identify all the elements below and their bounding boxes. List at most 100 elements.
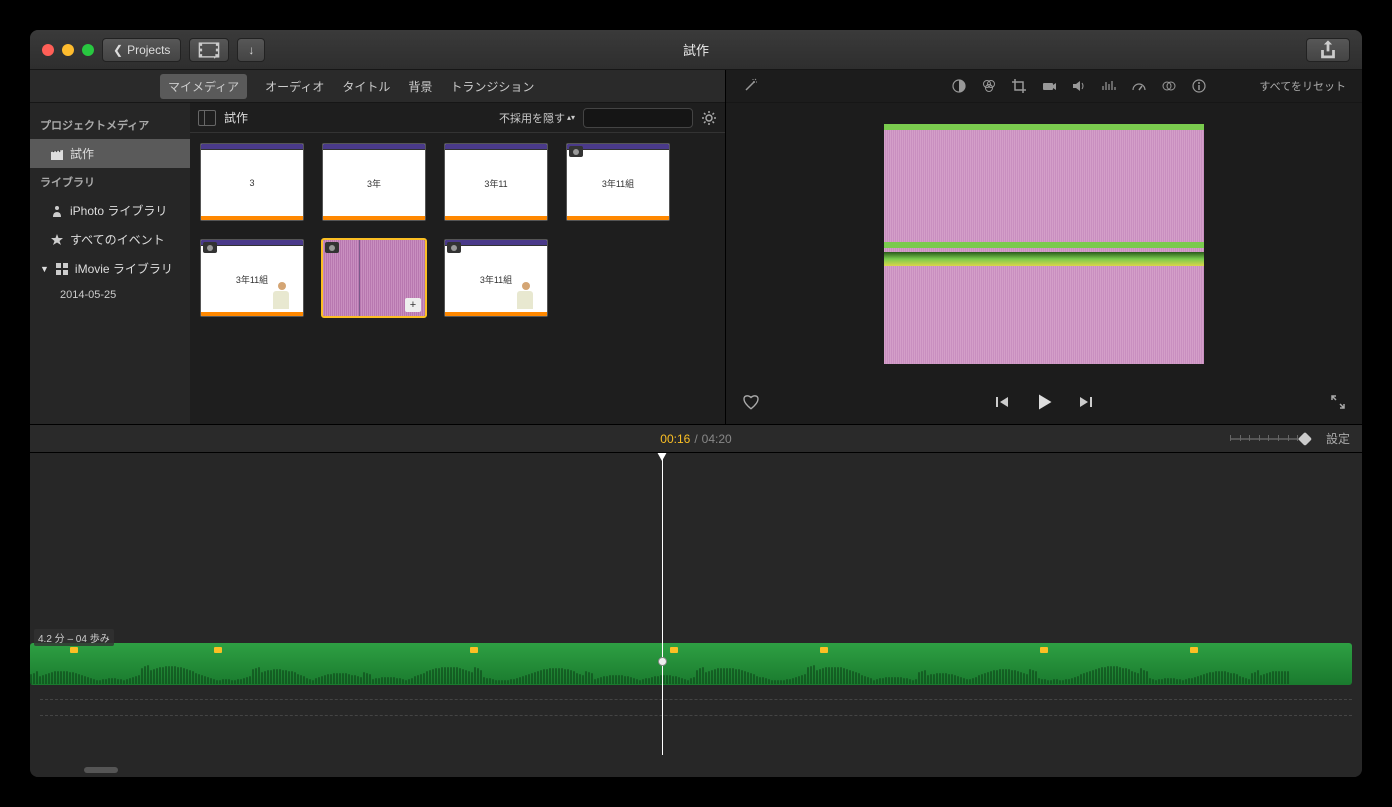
close-button[interactable] <box>42 44 54 56</box>
marker-icon <box>670 647 678 653</box>
maximize-button[interactable] <box>82 44 94 56</box>
camera-badge-icon <box>447 242 461 253</box>
traffic-lights <box>42 44 94 56</box>
search-input[interactable] <box>583 108 693 128</box>
import-button[interactable]: ↓ <box>237 38 265 62</box>
sidebar: プロジェクトメディア 試作 ライブラリ iPhoto ライブラリ すべてのイベン… <box>30 103 190 424</box>
sidebar-item-all-events[interactable]: すべてのイベント <box>30 225 190 254</box>
sidebar-header-project: プロジェクトメディア <box>30 111 190 139</box>
library-view-button[interactable]: ♪ <box>189 38 229 62</box>
clip-text: 3年11 <box>445 150 547 216</box>
reset-all-button[interactable]: すべてをリセット <box>1259 78 1346 94</box>
preview-area <box>726 103 1362 384</box>
audio-track[interactable]: 4.2 分 – 04 歩み <box>30 643 1352 685</box>
clip-thumb[interactable]: 3年11組 <box>444 239 548 317</box>
info-button[interactable] <box>1191 78 1207 94</box>
marker-icon <box>70 647 78 653</box>
filter-dropdown[interactable]: 不採用を隠す ▴▾ <box>499 110 575 126</box>
timeline-settings-button[interactable]: 設定 <box>1326 430 1350 447</box>
camera-badge-icon <box>569 146 583 157</box>
content-toolbar: 試作 不採用を隠す ▴▾ ⌕ <box>190 103 725 133</box>
sidebar-item-label: iPhoto ライブラリ <box>70 202 167 219</box>
back-projects-button[interactable]: ❮ Projects <box>102 38 181 62</box>
app-window: ❮ Projects ♪ ↓ 試作 マイメディア オーディオ タイトル 背景 ト… <box>30 30 1362 777</box>
audio-track-label: 4.2 分 – 04 歩み <box>34 629 114 646</box>
timeline[interactable]: 4.2 分 – 04 歩み <box>30 453 1362 777</box>
sidebar-toggle-button[interactable] <box>198 110 216 126</box>
minimize-button[interactable] <box>62 44 74 56</box>
color-correction-button[interactable] <box>981 78 997 94</box>
sidebar-item-event-date[interactable]: 2014-05-25 <box>30 283 190 307</box>
tab-my-media[interactable]: マイメディア <box>160 74 247 99</box>
tab-backgrounds[interactable]: 背景 <box>408 78 432 95</box>
clip-thumb[interactable]: 3 <box>200 143 304 221</box>
clip-thumb[interactable]: 3年11組 <box>200 239 304 317</box>
current-time: 00:16 <box>660 432 690 446</box>
tab-titles[interactable]: タイトル <box>342 78 390 95</box>
media-tabs: マイメディア オーディオ タイトル 背景 トランジション <box>30 70 725 103</box>
clip-text: 3 <box>201 150 303 216</box>
timeline-header: 00:16/04:20 設定 <box>30 425 1362 453</box>
clip-filter-button[interactable] <box>1161 78 1177 94</box>
download-icon: ↓ <box>248 43 254 57</box>
back-label: Projects <box>127 43 170 57</box>
playhead[interactable] <box>662 453 663 755</box>
sidebar-item-iphoto[interactable]: iPhoto ライブラリ <box>30 196 190 225</box>
favorite-button[interactable] <box>742 393 760 416</box>
time-display: 00:16/04:20 <box>660 432 731 446</box>
next-button[interactable] <box>1078 394 1094 415</box>
zoom-slider[interactable] <box>1230 433 1310 445</box>
star-icon <box>50 233 64 247</box>
guide-line <box>40 699 1352 700</box>
preview-frame[interactable] <box>884 124 1204 364</box>
color-balance-button[interactable] <box>951 78 967 94</box>
camera-badge-icon <box>325 242 339 253</box>
marker-icon <box>470 647 478 653</box>
clip-thumb-selected[interactable]: + <box>322 239 426 317</box>
share-icon <box>1317 39 1339 61</box>
play-button[interactable] <box>1034 392 1054 417</box>
viewer-toolbar: すべてをリセット <box>726 70 1362 103</box>
waveform <box>30 664 1352 684</box>
guide-line <box>40 715 1352 716</box>
marker-icon <box>214 647 222 653</box>
content-area: 試作 不採用を隠す ▴▾ ⌕ <box>190 103 725 424</box>
sidebar-item-label: 試作 <box>70 145 94 162</box>
sidebar-item-project[interactable]: 試作 <box>30 139 190 168</box>
upper-section: マイメディア オーディオ タイトル 背景 トランジション プロジェクトメディア … <box>30 70 1362 425</box>
disclosure-triangle-icon[interactable]: ▼ <box>40 264 49 274</box>
magic-wand-button[interactable] <box>742 78 758 94</box>
tab-transitions[interactable]: トランジション <box>450 78 534 95</box>
horizontal-scrollbar[interactable] <box>84 767 118 773</box>
sidebar-header-library: ライブラリ <box>30 168 190 196</box>
gear-button[interactable] <box>701 110 717 126</box>
sidebar-item-imovie-library[interactable]: ▼ iMovie ライブラリ <box>30 254 190 283</box>
clip-thumb[interactable]: 3年 <box>322 143 426 221</box>
marker-icon <box>1190 647 1198 653</box>
camera-badge-icon <box>203 242 217 253</box>
add-icon[interactable]: + <box>405 298 421 312</box>
stabilization-button[interactable] <box>1041 78 1057 94</box>
prev-button[interactable] <box>994 394 1010 415</box>
share-button[interactable] <box>1306 38 1350 62</box>
clapper-icon <box>50 147 64 161</box>
speed-button[interactable] <box>1131 78 1147 94</box>
total-time: 04:20 <box>702 432 732 446</box>
fullscreen-button[interactable] <box>1330 394 1346 415</box>
playback-controls <box>726 384 1362 424</box>
chevron-left-icon: ❮ <box>113 43 123 57</box>
person-icon <box>50 204 64 218</box>
noise-reduction-button[interactable] <box>1101 78 1117 94</box>
tab-audio[interactable]: オーディオ <box>265 78 324 95</box>
film-icon: ♪ <box>198 39 220 61</box>
person-figure <box>517 282 535 312</box>
browser-pane: マイメディア オーディオ タイトル 背景 トランジション プロジェクトメディア … <box>30 70 726 424</box>
search-wrap: ⌕ <box>583 108 693 128</box>
clip-thumb[interactable]: 3年11組 <box>566 143 670 221</box>
crop-button[interactable] <box>1011 78 1027 94</box>
clip-thumb[interactable]: 3年11 <box>444 143 548 221</box>
marker-icon <box>1040 647 1048 653</box>
svg-text:♪: ♪ <box>214 51 218 60</box>
stepper-icon: ▴▾ <box>567 115 575 121</box>
volume-button[interactable] <box>1071 78 1087 94</box>
